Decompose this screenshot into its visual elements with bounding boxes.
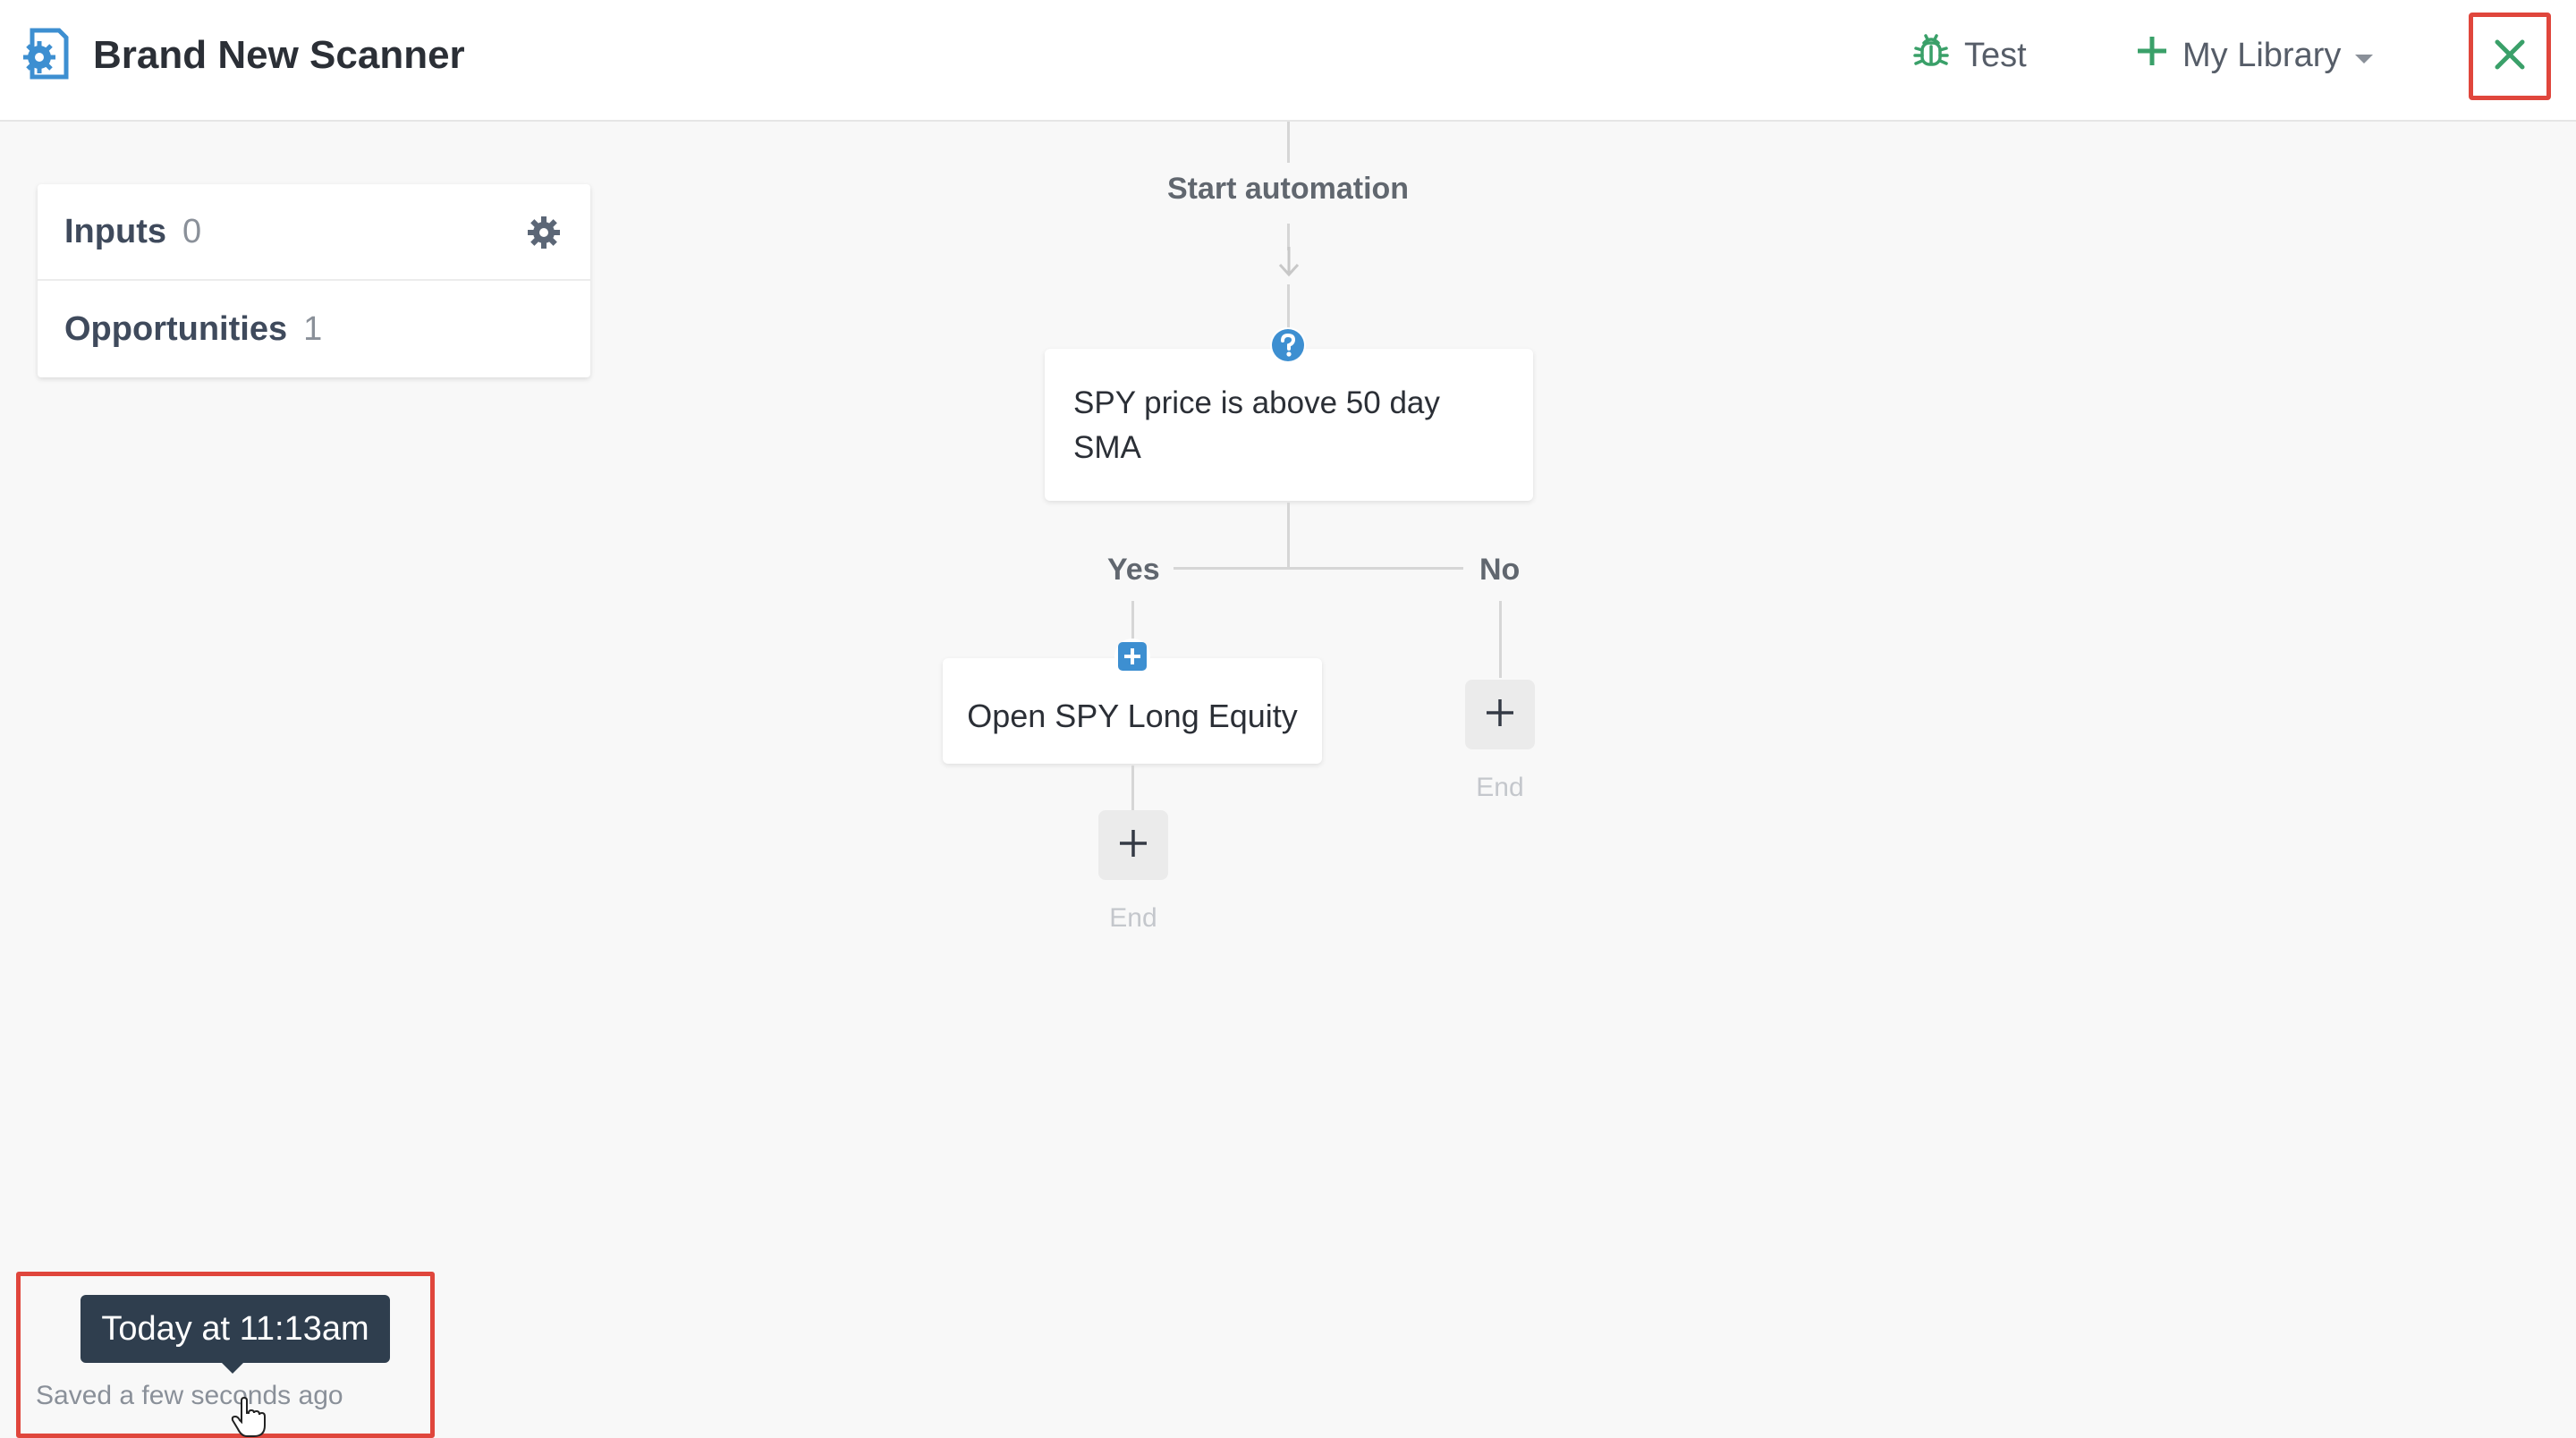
no-label: No xyxy=(1479,553,1521,587)
scanner-gear-icon xyxy=(20,27,70,82)
close-x-icon xyxy=(2494,38,2526,75)
end-label-yes: End xyxy=(1109,903,1157,933)
arrow-down-icon xyxy=(1277,247,1301,279)
bug-icon xyxy=(1911,30,1952,80)
start-automation-label: Start automation xyxy=(1166,172,1410,206)
page-title: Brand New Scanner xyxy=(93,33,465,77)
yes-label: Yes xyxy=(1107,553,1160,587)
condition-text: SPY price is above 50 day SMA xyxy=(1073,385,1440,465)
hand-cursor-icon xyxy=(231,1396,267,1438)
connector-line xyxy=(1131,601,1134,644)
inputs-opportunities-panel: Inputs 0 Opportunities 1 xyxy=(38,184,590,377)
test-button[interactable]: Test xyxy=(1911,32,2027,79)
opportunities-row[interactable]: Opportunities 1 xyxy=(38,281,590,377)
plus-icon xyxy=(2134,33,2170,78)
caret-down-icon xyxy=(2353,37,2375,75)
close-button[interactable] xyxy=(2469,13,2551,100)
saved-status-text[interactable]: Saved a few seconds ago xyxy=(36,1381,343,1411)
connector-line xyxy=(1287,284,1290,331)
gear-icon[interactable] xyxy=(526,215,562,250)
end-label-no: End xyxy=(1476,773,1524,802)
plus-square-icon xyxy=(1114,639,1150,674)
add-step-button-no[interactable] xyxy=(1465,680,1535,749)
inputs-count: 0 xyxy=(182,212,202,250)
branch-line xyxy=(1174,567,1463,570)
plus-icon xyxy=(1485,698,1515,732)
opportunities-count: 1 xyxy=(303,309,323,348)
test-label: Test xyxy=(1964,36,2027,74)
saved-time-tooltip: Today at 11:13am xyxy=(80,1295,390,1363)
inputs-row[interactable]: Inputs 0 xyxy=(38,184,590,281)
connector-line xyxy=(1131,766,1134,810)
my-library-label: My Library xyxy=(2182,36,2342,74)
condition-card[interactable]: SPY price is above 50 day SMA xyxy=(1045,349,1533,501)
top-header: Brand New Scanner Test My Library xyxy=(0,0,2576,122)
question-circle-icon xyxy=(1270,327,1306,363)
my-library-dropdown[interactable]: My Library xyxy=(2134,32,2375,79)
connector-line xyxy=(1287,122,1290,163)
opportunities-label: Opportunities xyxy=(64,309,288,348)
connector-line xyxy=(1499,601,1502,678)
plus-icon xyxy=(1118,828,1148,863)
connector-line xyxy=(1287,503,1290,569)
add-step-button-yes[interactable] xyxy=(1098,810,1168,880)
inputs-label: Inputs xyxy=(64,212,166,250)
tooltip-arrow xyxy=(220,1361,245,1374)
